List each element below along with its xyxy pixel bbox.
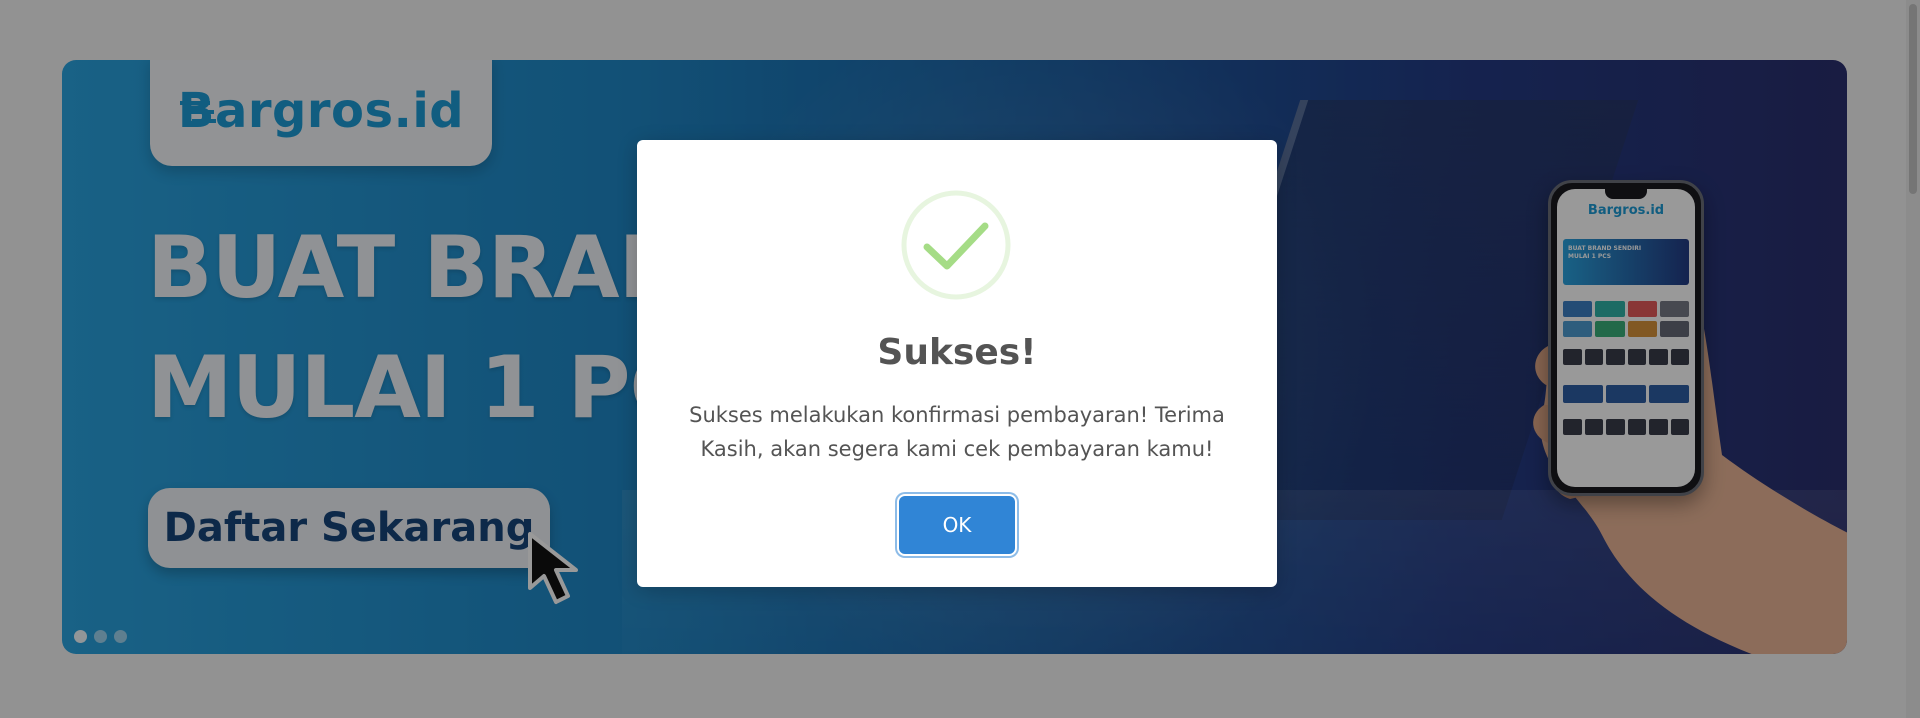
ok-button[interactable]: OK	[899, 496, 1015, 554]
dialog-message: Sukses melakukan konfirmasi pembayaran! …	[689, 403, 1225, 461]
dialog-title: Sukses!	[877, 332, 1037, 373]
success-check-icon	[901, 190, 1011, 300]
success-dialog: Sukses! Sukses melakukan konfirmasi pemb…	[637, 140, 1277, 587]
